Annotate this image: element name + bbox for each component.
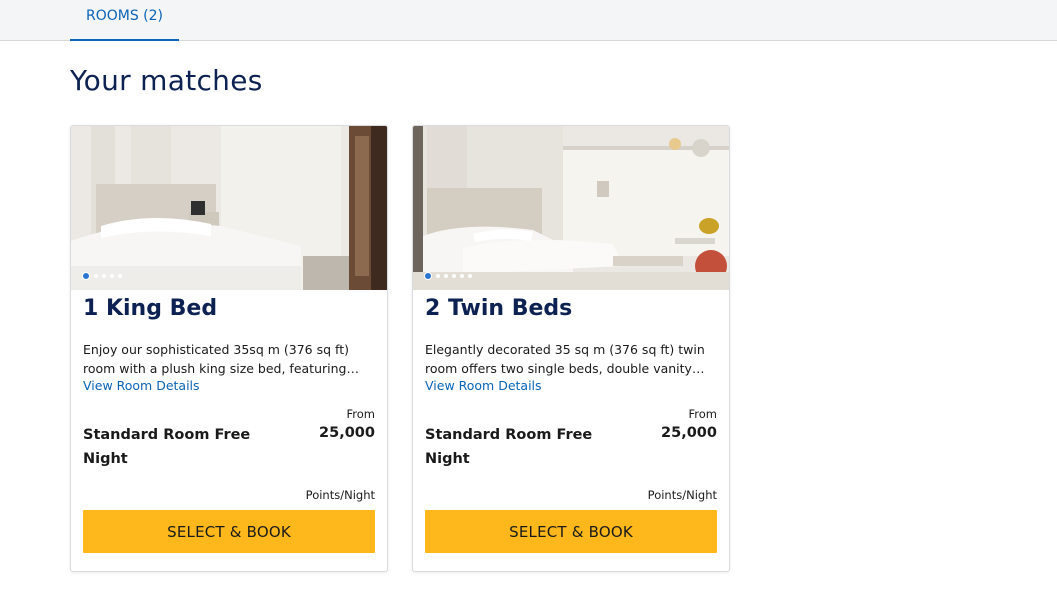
from-label: From	[688, 407, 718, 421]
carousel-dot[interactable]	[82, 272, 90, 280]
carousel-dot[interactable]	[444, 274, 448, 278]
carousel-dot[interactable]	[460, 274, 464, 278]
room-card: 1 King Bed Enjoy our sophisticated 35sq …	[70, 125, 388, 572]
room-title: 2 Twin Beds	[425, 296, 573, 321]
carousel-dot[interactable]	[94, 274, 98, 278]
room-photo[interactable]	[71, 126, 387, 290]
select-book-button[interactable]: SELECT & BOOK	[425, 510, 717, 553]
rate-name: Standard Room Free Night	[425, 427, 593, 467]
carousel-dot[interactable]	[118, 274, 122, 278]
carousel-dot[interactable]	[452, 274, 456, 278]
room-card: 2 Twin Beds Elegantly decorated 35 sq m …	[412, 125, 730, 572]
carousel-dot[interactable]	[468, 274, 472, 278]
price: 25,000	[661, 425, 717, 441]
room-photo[interactable]	[413, 126, 729, 290]
price-unit: Points/Night	[305, 488, 375, 502]
carousel-indicator	[82, 272, 122, 280]
carousel-dot[interactable]	[424, 272, 432, 280]
price: 25,000	[319, 425, 375, 441]
room-description: Enjoy our sophisticated 35sq m (376 sq f…	[83, 342, 359, 376]
room-title: 1 King Bed	[83, 296, 218, 321]
room-photo-image	[413, 126, 729, 290]
tab-rooms[interactable]: ROOMS (2)	[70, 0, 179, 41]
carousel-indicator	[424, 272, 472, 280]
select-book-button[interactable]: SELECT & BOOK	[83, 510, 375, 553]
carousel-dot[interactable]	[102, 274, 106, 278]
carousel-dot[interactable]	[436, 274, 440, 278]
rate-name: Standard Room Free Night	[83, 427, 251, 467]
carousel-dot[interactable]	[110, 274, 114, 278]
tab-bar: ROOMS (2)	[0, 0, 1057, 41]
room-description: Elegantly decorated 35 sq m (376 sq ft) …	[425, 342, 705, 376]
room-photo-image	[71, 126, 387, 290]
view-room-details-link[interactable]: View Room Details	[425, 378, 542, 393]
price-unit: Points/Night	[647, 488, 717, 502]
view-room-details-link[interactable]: View Room Details	[83, 378, 200, 393]
page-title: Your matches	[70, 64, 263, 97]
from-label: From	[346, 407, 376, 421]
